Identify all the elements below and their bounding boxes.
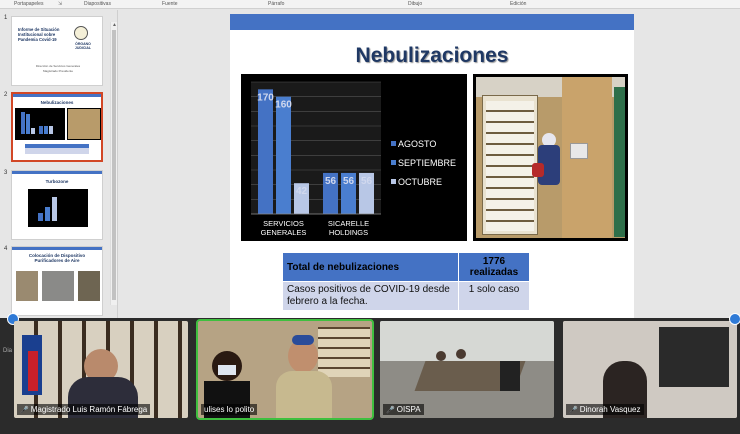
table-cell: 1 solo caso <box>457 281 531 311</box>
thumbnail-photo <box>16 271 38 301</box>
video-participants-strip: Dia 🎤 Magistrado Luis Ramón Fábrega ulise… <box>0 313 740 434</box>
summary-table[interactable]: Total de nebulizaciones 1776 realizadas … <box>282 252 531 311</box>
legend-label: AGOSTO <box>398 139 436 149</box>
legend-swatch <box>391 160 396 165</box>
scroll-up-icon[interactable]: ▲ <box>112 22 117 28</box>
seal-icon <box>74 26 88 40</box>
muted-mic-icon: 🎤 <box>20 407 29 414</box>
thumbnail-chart <box>28 189 88 227</box>
nebulization-chart[interactable]: 170 160 42 SERVICIOS GENERALES 56 56 56 SICARELL… <box>241 74 467 241</box>
legend-swatch <box>391 141 396 146</box>
participant-tile[interactable]: 🎤 Dinorah Vasquez <box>563 321 737 418</box>
thumbnail-chart <box>15 108 65 140</box>
chart-bar <box>258 89 273 214</box>
slide-canvas: Nebulizaciones 170 160 42 SERVICIOS GENERALE… <box>230 14 634 318</box>
ribbon-group-portapapeles[interactable]: Portapapeles <box>14 1 43 7</box>
thumbnail-number: 3 <box>4 170 8 176</box>
thumbnail-header-bar <box>13 94 101 97</box>
photo-content <box>476 77 625 238</box>
add-icon[interactable] <box>729 313 740 325</box>
participant-tile[interactable]: 🎤 Magistrado Luis Ramón Fábrega <box>14 321 188 418</box>
thumbnail-number: 1 <box>4 15 8 21</box>
thumbnail-number: 4 <box>4 246 8 252</box>
slide-thumbnail-3[interactable]: Turbozone <box>11 170 103 240</box>
table-header: Total de nebulizaciones <box>282 252 459 282</box>
legend-label: SEPTIEMBRE <box>398 158 456 168</box>
logo-text: ÓRGANO JUDICIAL <box>74 42 92 50</box>
presentation-app: Portapapeles ⇲ Diapositivas Fuente Párra… <box>0 0 740 318</box>
scrollbar-thumb[interactable] <box>112 30 116 300</box>
thumbnail-photo <box>78 271 100 301</box>
thumbnail-scrollbar[interactable]: ▲ <box>110 22 117 305</box>
bar-data-label: 56 <box>361 176 373 187</box>
thumbnail-title: Turbozone <box>45 179 69 184</box>
category-label: SICARELLE <box>328 219 369 228</box>
muted-mic-icon: 🎤 <box>569 407 578 414</box>
participant-name: 🎤 OISPA <box>383 404 424 415</box>
legend-swatch <box>391 179 396 184</box>
ribbon-group-edicion[interactable]: Edición <box>510 1 526 7</box>
thumbnail-number: 2 <box>4 92 8 98</box>
ribbon-group-fuente[interactable]: Fuente <box>162 1 178 7</box>
thumbnail-header-bar <box>12 247 102 250</box>
thumbnail-subtitle: Dirección de Servicios Generales <box>35 64 81 68</box>
category-label: GENERALES <box>261 228 307 237</box>
ribbon-group-dibujo[interactable]: Dibujo <box>408 1 422 7</box>
bar-data-label: 42 <box>296 186 308 197</box>
thumbnail-subtitle-2: Magistrado Presidente <box>42 69 74 73</box>
bar-data-label: 56 <box>343 176 355 187</box>
thumbnail-photo <box>42 271 74 301</box>
participant-name: ulises lo polito <box>201 404 258 415</box>
slide-header-bar <box>230 14 634 30</box>
slide-thumbnail-pane: 1 Informe de Situación Institucional sob… <box>0 10 118 318</box>
thumbnail-title: Nebulizaciones <box>40 100 74 105</box>
ribbon: Portapapeles ⇲ Diapositivas Fuente Párra… <box>0 0 740 9</box>
participant-name: 🎤 Magistrado Luis Ramón Fábrega <box>17 404 151 415</box>
bar-data-label: 56 <box>325 176 337 187</box>
bar-data-label: 160 <box>275 100 292 111</box>
slide-thumbnail-4[interactable]: Colocación de Dispositivo Purificadores … <box>11 246 103 316</box>
ribbon-group-parrafo[interactable]: Párrafo <box>268 1 284 7</box>
slide-title[interactable]: Nebulizaciones <box>230 44 634 68</box>
category-label: SERVICIOS <box>263 219 304 228</box>
slide-thumbnail-2[interactable]: Nebulizaciones <box>11 92 103 162</box>
ribbon-group-diapositivas[interactable]: Diapositivas <box>84 1 111 7</box>
table-cell: Casos positivos de COVID-19 desde febrer… <box>282 281 459 311</box>
table-header: 1776 realizadas <box>457 252 531 282</box>
slide-thumbnail-1[interactable]: Informe de Situación Institucional sobre… <box>11 16 103 86</box>
legend-label: OCTUBRE <box>398 177 442 187</box>
dialog-launcher-icon[interactable]: ⇲ <box>58 1 62 7</box>
muted-mic-icon: 🎤 <box>386 407 395 414</box>
thumbnail-photo <box>67 108 101 140</box>
thumbnail-header-bar <box>12 171 102 174</box>
bar-data-label: 170 <box>257 92 274 103</box>
chart-bar <box>276 96 291 214</box>
participant-name: 🎤 Dinorah Vasquez <box>566 404 644 415</box>
participant-tile[interactable]: 🎤 OISPA <box>380 321 554 418</box>
participant-tile[interactable]: ulises lo polito <box>196 319 374 420</box>
thumbnail-title: Informe de Situación Institucional sobre… <box>18 27 60 42</box>
more-icon[interactable]: Dia <box>3 348 12 354</box>
thumbnail-title: Colocación de Dispositivo Purificadores … <box>28 253 86 263</box>
chart-svg: 170160 42 SERVICIOSGENERALES 56 56 56 SICARELL… <box>251 81 456 237</box>
category-label: HOLDINGS <box>329 228 368 237</box>
nebulization-photo[interactable] <box>473 74 628 241</box>
